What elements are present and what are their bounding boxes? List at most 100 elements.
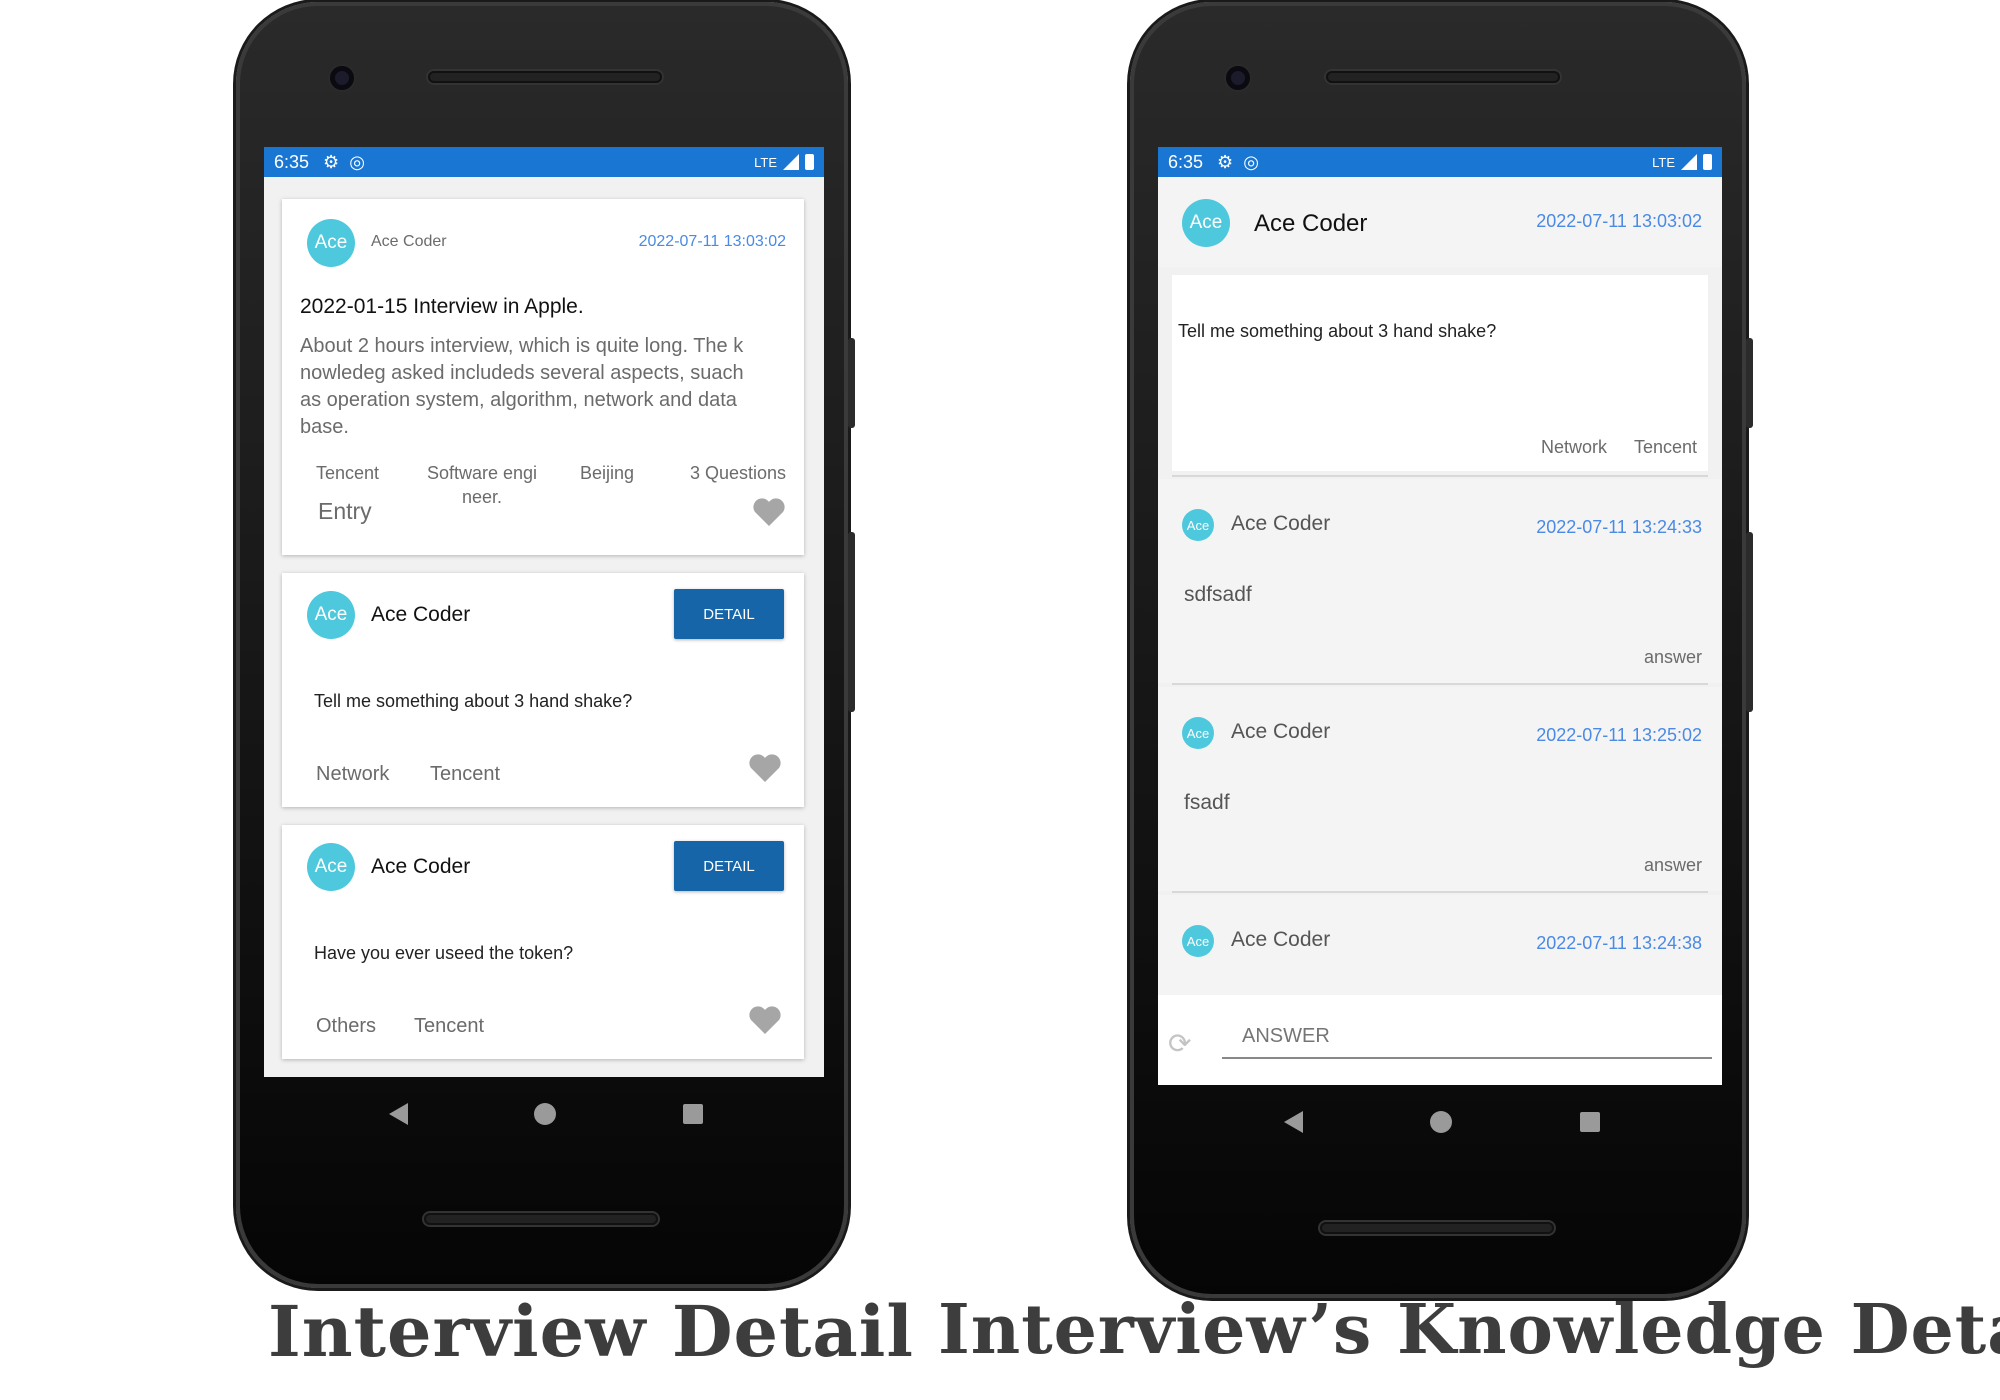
answer-item: Ace Ace Coder 2022-07-11 13:25:02 fsadf … bbox=[1158, 687, 1722, 891]
volume-button bbox=[1746, 338, 1753, 428]
settings-icon: ⚙ bbox=[1217, 151, 1234, 172]
battery-icon bbox=[805, 154, 814, 170]
question-text: Tell me something about 3 hand shake? bbox=[1178, 321, 1497, 341]
network-label: LTE bbox=[1652, 154, 1675, 170]
question-header: Ace Ace Coder 2022-07-11 13:03:02 bbox=[1158, 177, 1722, 267]
back-nav-icon[interactable] bbox=[1283, 1111, 1303, 1133]
recent-apps-icon[interactable] bbox=[682, 1104, 703, 1124]
question-card[interactable]: Ace Ace Coder DETAIL Have you ever useed… bbox=[282, 825, 804, 1059]
heart-icon[interactable] bbox=[748, 1005, 782, 1035]
power-button bbox=[848, 532, 855, 712]
questions-count: 3 Questions bbox=[689, 463, 786, 483]
company-tag: Tencent bbox=[316, 463, 380, 483]
signal-icon bbox=[1681, 154, 1697, 170]
avatar: Ace bbox=[1182, 199, 1230, 247]
level-tag: Entry bbox=[318, 498, 372, 524]
position-line: neer. bbox=[461, 487, 503, 507]
answer-label: answer bbox=[1643, 647, 1702, 667]
answer-item: Ace Ace Coder 2022-07-11 13:24:33 sdfsad… bbox=[1158, 479, 1722, 683]
author-name: Ace Coder bbox=[1231, 512, 1331, 535]
author-name: Ace Coder bbox=[371, 603, 471, 626]
avatar: Ace bbox=[307, 219, 355, 267]
settings-icon: ⚙ bbox=[323, 151, 340, 172]
author-name: Ace Coder bbox=[1254, 210, 1368, 237]
question-date: 2022-07-11 13:03:02 bbox=[1536, 211, 1702, 231]
answer-item: Ace Ace Coder 2022-07-11 13:24:38 bbox=[1158, 895, 1722, 995]
status-bar: 6:35 ⚙ ◎ LTE bbox=[264, 147, 824, 177]
interview-detail-screen: 6:35 ⚙ ◎ LTE Ace Ace Coder 2022-07-11 13… bbox=[264, 147, 824, 1077]
position-line: Software engi bbox=[426, 463, 538, 483]
avatar: Ace bbox=[1182, 509, 1214, 541]
network-label: LTE bbox=[754, 154, 777, 170]
detail-button[interactable]: DETAIL bbox=[674, 589, 784, 639]
signal-icon bbox=[783, 154, 799, 170]
post-body: About 2 hours interview, which is quite … bbox=[300, 333, 800, 441]
author-name: Ace Coder bbox=[1231, 720, 1331, 743]
front-camera bbox=[330, 66, 354, 90]
status-bar: 6:35 ⚙ ◎ LTE bbox=[1158, 147, 1722, 177]
company-tag[interactable]: Tencent bbox=[1634, 437, 1697, 458]
sync-status-icon: ◎ bbox=[1243, 151, 1259, 172]
power-button bbox=[1746, 532, 1753, 712]
divider bbox=[1172, 475, 1708, 477]
divider bbox=[1172, 683, 1708, 685]
front-camera bbox=[1226, 66, 1250, 90]
answer-input-bar: ⟳ bbox=[1158, 995, 1722, 1085]
answer-text: sdfsadf bbox=[1184, 583, 1252, 606]
post-title: 2022-01-15 Interview in Apple. bbox=[300, 295, 584, 318]
city-tag: Beijing bbox=[580, 463, 635, 483]
knowledge-detail-screen: 6:35 ⚙ ◎ LTE Ace Ace Coder 2022-07-11 13… bbox=[1158, 147, 1722, 1085]
heart-icon[interactable] bbox=[752, 497, 786, 527]
heart-icon[interactable] bbox=[748, 753, 782, 783]
bottom-speaker bbox=[424, 1213, 658, 1225]
post-body-line: nowledeg asked includeds several aspects… bbox=[300, 362, 744, 384]
author-name: Ace Coder bbox=[371, 233, 447, 250]
question-body: Tell me something about 3 hand shake? Ne… bbox=[1172, 275, 1708, 471]
topic-tag[interactable]: Others bbox=[316, 1015, 376, 1038]
refresh-icon[interactable]: ⟳ bbox=[1168, 1027, 1191, 1060]
question-card[interactable]: Ace Ace Coder DETAIL Tell me something a… bbox=[282, 573, 804, 807]
post-body-line: as operation system, algorithm, network … bbox=[300, 389, 737, 411]
answer-date: 2022-07-11 13:25:02 bbox=[1536, 725, 1702, 745]
knowledge-detail-caption: Interview’s Knowledge Detail bbox=[938, 1290, 2000, 1370]
answer-date: 2022-07-11 13:24:38 bbox=[1536, 933, 1702, 953]
top-speaker bbox=[428, 71, 662, 83]
sync-status-icon: ◎ bbox=[349, 151, 365, 172]
top-speaker bbox=[1326, 71, 1560, 83]
answer-date: 2022-07-11 13:24:33 bbox=[1536, 517, 1702, 537]
recent-apps-icon[interactable] bbox=[1580, 1112, 1601, 1132]
battery-icon bbox=[1703, 154, 1712, 170]
question-text: Have you ever useed the token? bbox=[314, 943, 574, 963]
answer-label: answer bbox=[1643, 855, 1702, 875]
company-tag[interactable]: Tencent bbox=[414, 1015, 484, 1038]
position-tag: Software engi neer. bbox=[414, 461, 550, 509]
detail-button[interactable]: DETAIL bbox=[674, 841, 784, 891]
left-phone-frame: 6:35 ⚙ ◎ LTE Ace Ace Coder 2022-07-11 13… bbox=[236, 2, 855, 1288]
navigation-bar bbox=[1220, 1102, 1664, 1142]
divider bbox=[1172, 891, 1708, 893]
post-body-line: About 2 hours interview, which is quite … bbox=[300, 335, 744, 357]
bottom-speaker bbox=[1320, 1222, 1554, 1234]
status-time: 6:35 bbox=[274, 151, 310, 172]
answer-text: fsadf bbox=[1184, 791, 1230, 814]
avatar: Ace bbox=[307, 843, 355, 891]
interview-card[interactable]: Ace Ace Coder 2022-07-11 13:03:02 2022-0… bbox=[282, 199, 804, 555]
volume-button bbox=[848, 338, 855, 428]
home-nav-icon[interactable] bbox=[534, 1103, 557, 1125]
answer-input[interactable] bbox=[1222, 1015, 1712, 1059]
interview-detail-caption: Interview Detail bbox=[268, 1290, 914, 1373]
home-nav-icon[interactable] bbox=[1430, 1111, 1453, 1133]
company-tag[interactable]: Tencent bbox=[430, 763, 500, 786]
author-name: Ace Coder bbox=[1231, 928, 1331, 951]
status-time: 6:35 bbox=[1168, 151, 1204, 172]
avatar: Ace bbox=[1182, 717, 1214, 749]
author-name: Ace Coder bbox=[371, 855, 471, 878]
right-phone-frame: 6:35 ⚙ ◎ LTE Ace Ace Coder 2022-07-11 13… bbox=[1130, 2, 1753, 1298]
topic-tag[interactable]: Network bbox=[316, 763, 389, 786]
question-text: Tell me something about 3 hand shake? bbox=[314, 691, 633, 711]
back-nav-icon[interactable] bbox=[389, 1103, 409, 1125]
post-body-line: base. bbox=[300, 416, 349, 438]
topic-tag[interactable]: Network bbox=[1541, 437, 1607, 458]
navigation-bar bbox=[326, 1094, 766, 1134]
avatar: Ace bbox=[1182, 925, 1214, 957]
